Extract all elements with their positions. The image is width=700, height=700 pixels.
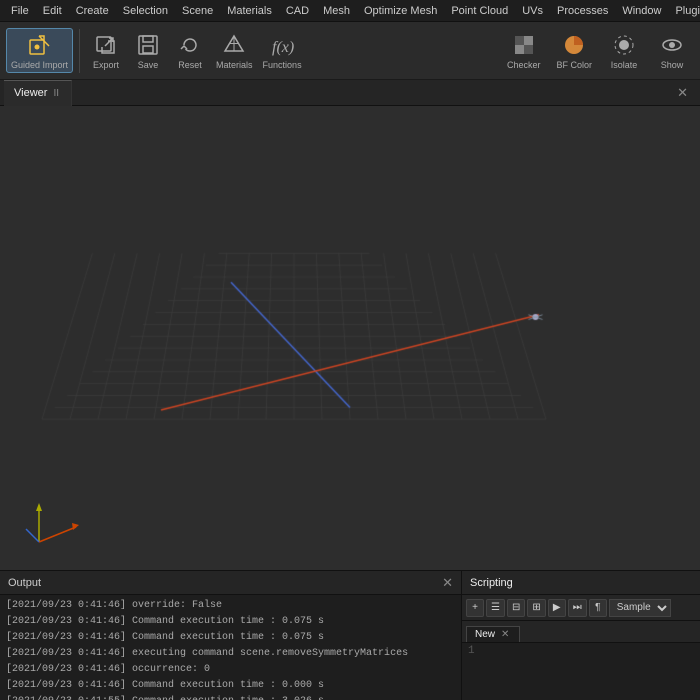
sample-select[interactable]: Sample: [609, 599, 671, 617]
menu-optimize-mesh[interactable]: Optimize Mesh: [357, 3, 444, 19]
svg-text:f(x): f(x): [272, 39, 294, 56]
tabbar: Viewer II ✕: [0, 80, 700, 106]
new-tab-close[interactable]: ✕: [499, 629, 511, 640]
materials-icon: [220, 31, 248, 59]
guided-import-label: Guided Import: [11, 60, 68, 70]
menu-uvs[interactable]: UVs: [515, 3, 550, 19]
script-collapse-button[interactable]: ⊟: [507, 599, 525, 617]
menu-cad[interactable]: CAD: [279, 3, 316, 19]
script-skip-button[interactable]: ⏭: [568, 599, 587, 617]
guided-import-button[interactable]: Guided Import: [6, 28, 73, 73]
script-expand-button[interactable]: ⊞: [527, 599, 545, 617]
checker-icon: [510, 31, 538, 59]
output-content: [2021/09/23 0:41:46] override: False [20…: [0, 595, 461, 700]
new-tab-label: New: [475, 629, 495, 640]
bf-color-icon: [560, 31, 588, 59]
script-run-button[interactable]: ▶: [548, 599, 566, 617]
menu-create[interactable]: Create: [69, 3, 116, 19]
scripting-panel: Scripting + ☰ ⊟ ⊞ ▶ ⏭ ¶ Sample New ✕ 1: [462, 571, 700, 700]
line-number: 1: [468, 645, 475, 657]
save-icon: [134, 31, 162, 59]
new-script-tab[interactable]: New ✕: [466, 626, 520, 642]
bf-color-label: BF Color: [556, 60, 592, 70]
functions-icon: f(x): [268, 31, 296, 59]
log-line-5: [2021/09/23 0:41:46] occurrence: 0: [6, 662, 455, 678]
viewer-tab-id: II: [51, 88, 61, 99]
scripting-header: Scripting: [462, 571, 700, 595]
menu-selection[interactable]: Selection: [116, 3, 175, 19]
isolate-label: Isolate: [611, 60, 638, 70]
export-button[interactable]: Export: [86, 29, 126, 72]
bf-color-button[interactable]: BF Color: [550, 29, 598, 72]
menu-mesh[interactable]: Mesh: [316, 3, 357, 19]
menu-plugins[interactable]: Plugins: [668, 3, 700, 19]
viewer-tab-label: Viewer: [14, 87, 47, 99]
menu-scene[interactable]: Scene: [175, 3, 220, 19]
log-line-2: [2021/09/23 0:41:46] Command execution t…: [6, 614, 455, 630]
log-line-4: [2021/09/23 0:41:46] executing command s…: [6, 646, 455, 662]
checker-label: Checker: [507, 60, 541, 70]
output-close-button[interactable]: ✕: [442, 575, 453, 591]
script-list-button[interactable]: ☰: [486, 599, 505, 617]
reset-label: Reset: [178, 60, 202, 70]
log-line-6: [2021/09/23 0:41:46] Command execution t…: [6, 678, 455, 694]
scripting-tabs: New ✕: [462, 621, 700, 643]
materials-button[interactable]: Materials: [212, 29, 257, 72]
scripting-title: Scripting: [470, 577, 513, 589]
guided-import-icon: [26, 31, 54, 59]
log-line-1: [2021/09/23 0:41:46] override: False: [6, 598, 455, 614]
menu-file[interactable]: File: [4, 3, 36, 19]
output-panel: Output ✕ [2021/09/23 0:41:46] override: …: [0, 571, 462, 700]
show-icon: [658, 31, 686, 59]
menu-window[interactable]: Window: [615, 3, 668, 19]
log-line-3: [2021/09/23 0:41:46] Command execution t…: [6, 630, 455, 646]
grid-canvas: [0, 106, 700, 570]
output-title: Output: [8, 577, 41, 589]
save-button[interactable]: Save: [128, 29, 168, 72]
viewer-tab[interactable]: Viewer II: [4, 80, 72, 106]
export-label: Export: [93, 60, 119, 70]
menu-edit[interactable]: Edit: [36, 3, 69, 19]
functions-button[interactable]: f(x) Functions: [259, 29, 306, 72]
save-label: Save: [138, 60, 159, 70]
script-format-button[interactable]: ¶: [589, 599, 607, 617]
toolbar: Guided Import Export Save: [0, 22, 700, 80]
menu-processes[interactable]: Processes: [550, 3, 615, 19]
toolbar-right: Checker BF Color Isolate: [501, 29, 694, 72]
checker-button[interactable]: Checker: [501, 29, 547, 72]
materials-label: Materials: [216, 60, 253, 70]
show-button[interactable]: Show: [650, 29, 694, 72]
isolate-icon: [610, 31, 638, 59]
window-close-button[interactable]: ✕: [669, 85, 696, 101]
menu-point-cloud[interactable]: Point Cloud: [444, 3, 515, 19]
script-add-button[interactable]: +: [466, 599, 484, 617]
bottom-panels: Output ✕ [2021/09/23 0:41:46] override: …: [0, 570, 700, 700]
reset-button[interactable]: Reset: [170, 29, 210, 72]
show-label: Show: [661, 60, 684, 70]
export-icon: [92, 31, 120, 59]
reset-icon: [176, 31, 204, 59]
viewport[interactable]: [0, 106, 700, 570]
output-header: Output ✕: [0, 571, 461, 595]
axes-indicator: [24, 497, 84, 552]
toolbar-divider-1: [79, 29, 80, 73]
isolate-button[interactable]: Isolate: [602, 29, 646, 72]
scripting-content[interactable]: 1: [462, 643, 700, 700]
scripting-toolbar: + ☰ ⊟ ⊞ ▶ ⏭ ¶ Sample: [462, 595, 700, 621]
menu-materials[interactable]: Materials: [220, 3, 279, 19]
functions-label: Functions: [263, 60, 302, 70]
log-line-7: [2021/09/23 0:41:55] Command execution t…: [6, 694, 455, 700]
menubar: File Edit Create Selection Scene Materia…: [0, 0, 700, 22]
